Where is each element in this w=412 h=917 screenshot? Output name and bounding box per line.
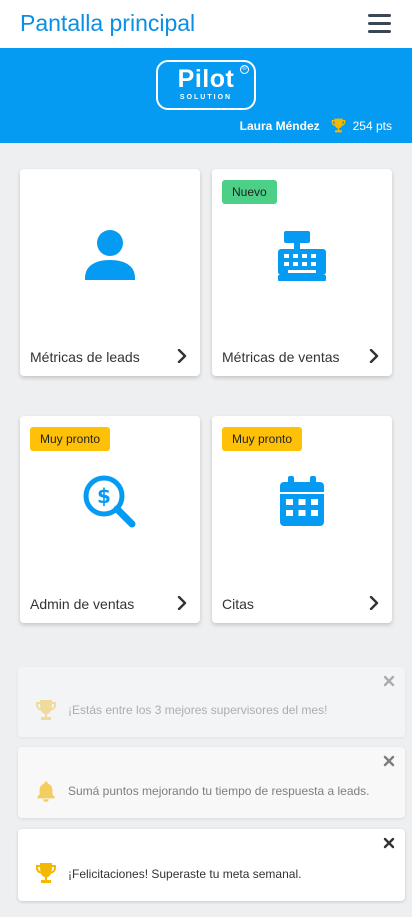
cash-register-icon	[278, 231, 326, 281]
card-label: Citas	[222, 596, 254, 612]
menu-line	[368, 14, 391, 17]
trophy-icon	[36, 863, 56, 883]
card-metricas-leads[interactable]: Métricas de leads	[20, 169, 200, 376]
chevron-right-icon	[369, 349, 379, 363]
logo-subtitle: SOLUTION	[179, 94, 233, 101]
coming-soon-badge: Muy pronto	[222, 427, 303, 451]
new-badge: Nuevo	[222, 180, 277, 204]
menu-line	[368, 30, 391, 33]
notification-item: Sumá puntos mejorando tu tiempo de respu…	[18, 747, 405, 818]
top-bar: Pantalla principal	[0, 0, 412, 48]
close-icon[interactable]	[383, 675, 395, 687]
card-metricas-ventas[interactable]: Nuevo Métricas de ventas	[212, 169, 392, 376]
notification-text: ¡Felicitaciones! Superaste tu meta seman…	[68, 867, 302, 881]
notification-item: ¡Estás entre los 3 mejores supervisores …	[18, 667, 405, 737]
chevron-right-icon	[369, 596, 379, 610]
calendar-icon	[280, 476, 324, 526]
notification-text: Sumá puntos mejorando tu tiempo de respu…	[68, 784, 370, 798]
svg-text:$: $	[97, 484, 111, 508]
close-icon[interactable]	[383, 837, 395, 849]
card-citas[interactable]: Muy pronto Citas	[212, 416, 392, 623]
menu-line	[368, 22, 391, 25]
brand-banner: Pilot SOLUTION ® Laura Méndez 254 pts	[0, 48, 412, 143]
card-admin-ventas[interactable]: Muy pronto $ Admin de ventas	[20, 416, 200, 623]
trophy-icon	[331, 118, 345, 133]
user-icon	[85, 230, 135, 280]
close-icon[interactable]	[383, 755, 395, 767]
notification-text: ¡Estás entre los 3 mejores supervisores …	[68, 703, 328, 717]
coming-soon-badge: Muy pronto	[30, 427, 111, 451]
chevron-right-icon	[177, 596, 187, 610]
card-label: Métricas de ventas	[222, 349, 340, 365]
card-label: Métricas de leads	[30, 349, 140, 365]
dollar-search-icon: $	[83, 475, 136, 528]
card-label: Admin de ventas	[30, 596, 135, 612]
user-name: Laura Méndez	[239, 118, 320, 133]
trophy-icon	[36, 700, 56, 720]
bell-icon	[37, 781, 55, 802]
notification-item: ¡Felicitaciones! Superaste tu meta seman…	[18, 829, 405, 901]
page-title: Pantalla principal	[20, 10, 196, 36]
user-points: 254 pts	[352, 118, 392, 133]
hamburger-icon[interactable]	[368, 14, 391, 34]
chevron-right-icon	[177, 349, 187, 363]
registered-mark: ®	[240, 65, 249, 74]
pilot-solution-logo: Pilot SOLUTION ®	[156, 60, 256, 110]
user-summary: Laura Méndez 254 pts	[240, 118, 392, 133]
